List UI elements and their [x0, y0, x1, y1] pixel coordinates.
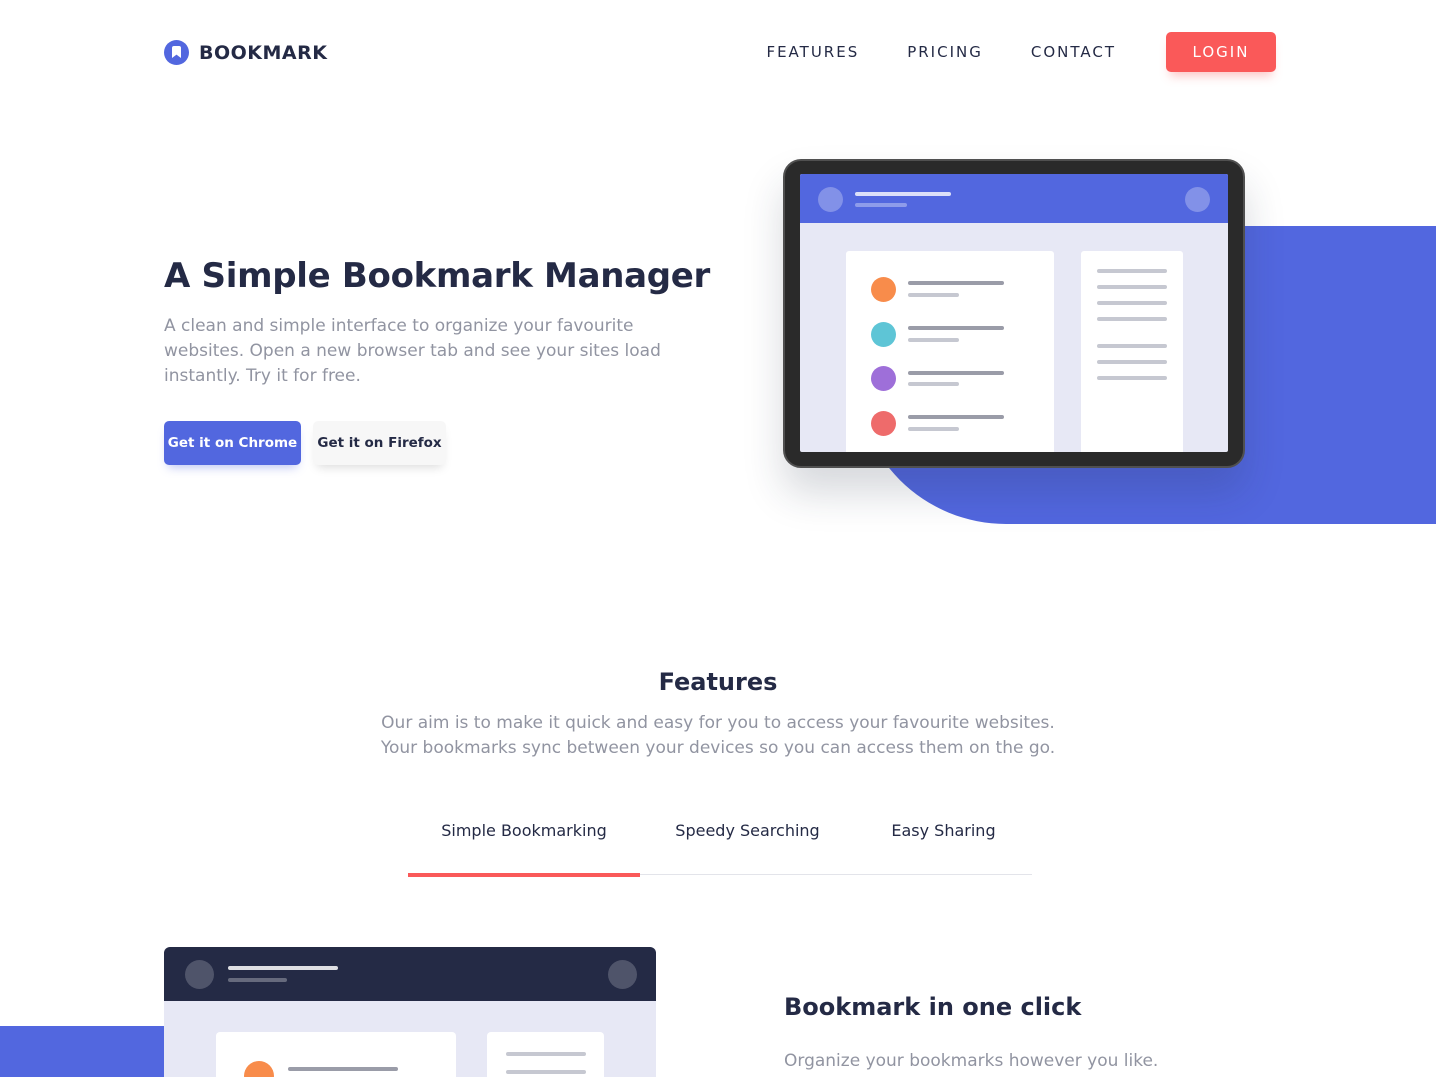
side-line [1097, 344, 1167, 348]
nav-features[interactable]: FEATURES [766, 32, 859, 72]
side-line [1097, 269, 1167, 273]
illustration-side-card [487, 1032, 604, 1077]
hero-title: A Simple Bookmark Manager [164, 256, 711, 296]
bookmark-subline [908, 382, 959, 386]
menu-placeholder-icon [608, 960, 637, 989]
main-nav: FEATURES PRICING CONTACT LOGIN [766, 32, 1276, 72]
features-title: Features [658, 668, 778, 696]
title-placeholder [855, 192, 951, 196]
side-line [1097, 285, 1167, 289]
illustration-app-bar [164, 947, 656, 1001]
tab-easy-sharing[interactable]: Easy Sharing [855, 805, 1032, 875]
hero-tablet-illustration [783, 159, 1245, 468]
bookmark-subline [908, 293, 959, 297]
login-button[interactable]: LOGIN [1166, 32, 1276, 72]
title-placeholder [228, 966, 338, 970]
bookmark-dot-icon [871, 411, 896, 436]
bookmark-line [908, 415, 1004, 419]
bookmark-logo-icon [164, 40, 189, 65]
side-line [1097, 376, 1167, 380]
tablet-app-bar [800, 174, 1228, 223]
side-line [1097, 317, 1167, 321]
bookmark-dot-icon [871, 277, 896, 302]
tab-simple-bookmarking[interactable]: Simple Bookmarking [408, 805, 640, 877]
hero-description: A clean and simple interface to organize… [164, 316, 661, 386]
bookmark-dot-icon [871, 322, 896, 347]
get-chrome-button[interactable]: Get it on Chrome [164, 421, 301, 465]
logo-text: BOOKMARK [199, 41, 328, 64]
nav-pricing[interactable]: PRICING [907, 32, 983, 72]
feature-illustration [164, 947, 656, 1077]
feature-panel-text: Organize your bookmarks however you like… [784, 1051, 1159, 1071]
bookmark-dot-icon [871, 366, 896, 391]
features-tabs: Simple Bookmarking Speedy Searching Easy… [408, 805, 1032, 877]
bookmark-subline [908, 338, 959, 342]
avatar-placeholder-icon [818, 187, 843, 212]
bookmark-dot-icon [244, 1061, 274, 1077]
bookmark-list-card [846, 251, 1054, 452]
side-line [506, 1052, 586, 1056]
side-line [506, 1070, 586, 1074]
subtitle-placeholder [228, 978, 287, 982]
side-panel-card [1081, 251, 1183, 452]
nav-contact[interactable]: CONTACT [1031, 32, 1116, 72]
bookmark-line [908, 281, 1004, 285]
features-description: Our aim is to make it quick and easy for… [380, 713, 1056, 758]
bookmark-line [908, 326, 1004, 330]
subtitle-placeholder [855, 203, 907, 207]
side-line [1097, 301, 1167, 305]
bookmark-line [288, 1067, 398, 1071]
get-firefox-button[interactable]: Get it on Firefox [313, 421, 446, 465]
logo[interactable]: BOOKMARK [164, 40, 327, 65]
avatar-placeholder-icon [185, 960, 214, 989]
illustration-list-card [216, 1032, 456, 1077]
side-line [1097, 360, 1167, 364]
bookmark-line [908, 371, 1004, 375]
bookmark-subline [908, 427, 959, 431]
tab-speedy-searching[interactable]: Speedy Searching [640, 805, 855, 875]
menu-placeholder-icon [1185, 187, 1210, 212]
feature-background-shape [0, 1026, 170, 1077]
tablet-screen [800, 174, 1228, 452]
feature-panel-title: Bookmark in one click [784, 993, 1082, 1021]
